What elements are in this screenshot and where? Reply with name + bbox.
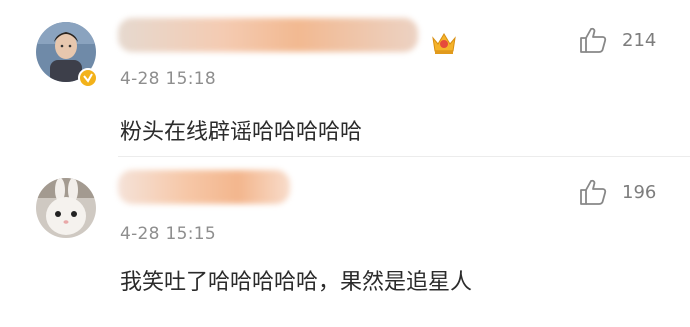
thumbs-up-icon[interactable] — [578, 177, 608, 207]
comment-item: 4-28 15:15 我笑吐了哈哈哈哈哈，果然是追星人 196 — [0, 158, 690, 327]
comment-time: 4-28 15:15 — [120, 224, 216, 244]
divider — [118, 156, 690, 157]
like-count: 196 — [622, 182, 657, 203]
comment-item: 4-28 15:18 粉头在线辟谣哈哈哈哈哈 214 — [0, 0, 690, 157]
verified-badge-icon — [78, 68, 98, 88]
comment-text: 我笑吐了哈哈哈哈哈，果然是追星人 — [120, 270, 473, 295]
like-count: 214 — [622, 30, 657, 51]
avatar[interactable] — [36, 178, 96, 238]
username-blurred[interactable] — [118, 170, 290, 204]
comment-text: 粉头在线辟谣哈哈哈哈哈 — [120, 120, 363, 145]
username-blurred[interactable] — [118, 18, 418, 52]
thumbs-up-icon[interactable] — [578, 25, 608, 55]
crown-icon — [430, 30, 458, 56]
comment-time: 4-28 15:18 — [120, 69, 216, 89]
